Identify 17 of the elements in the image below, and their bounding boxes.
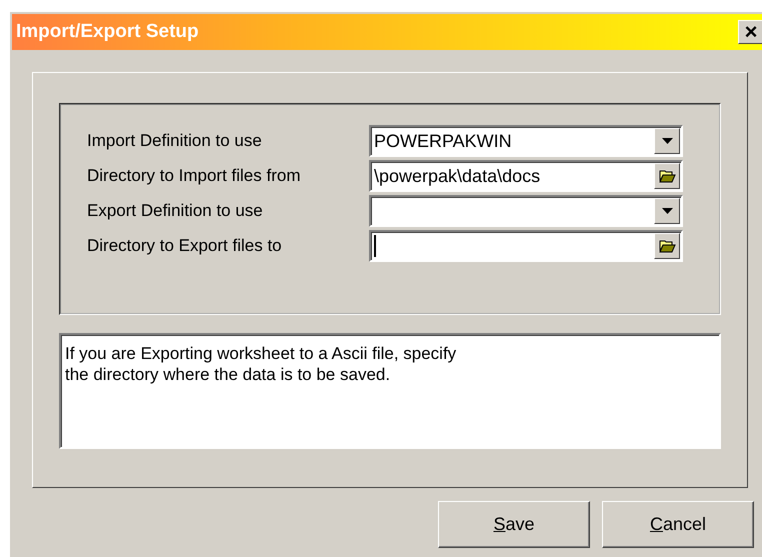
dropdown-field[interactable]: POWERPAKWIN: [369, 125, 683, 157]
path-field[interactable]: \powerpak\data\docs: [369, 160, 683, 192]
field-label: Export Definition to use: [87, 200, 264, 222]
folder-icon: [658, 239, 676, 253]
dialog-button[interactable]: Save: [438, 501, 590, 548]
field-label: Import Definition to use: [87, 130, 263, 152]
dialog-button[interactable]: Cancel: [602, 501, 754, 548]
window-title: Import/Export Setup: [16, 20, 199, 44]
path-field[interactable]: [369, 230, 683, 262]
close-button[interactable]: ×: [738, 20, 762, 44]
field-label: Directory to Import files from: [87, 165, 302, 188]
dropdown-field[interactable]: [369, 195, 683, 227]
folder-icon: [658, 169, 676, 183]
dropdown-arrow-icon: [662, 138, 672, 144]
dropdown-arrow-icon: [662, 208, 672, 214]
help-text: If you are Exporting worksheet to a Ascii file, specify the directory where the data is to be saved.: [59, 333, 721, 449]
field-label: Directory to Export files to: [87, 235, 283, 258]
